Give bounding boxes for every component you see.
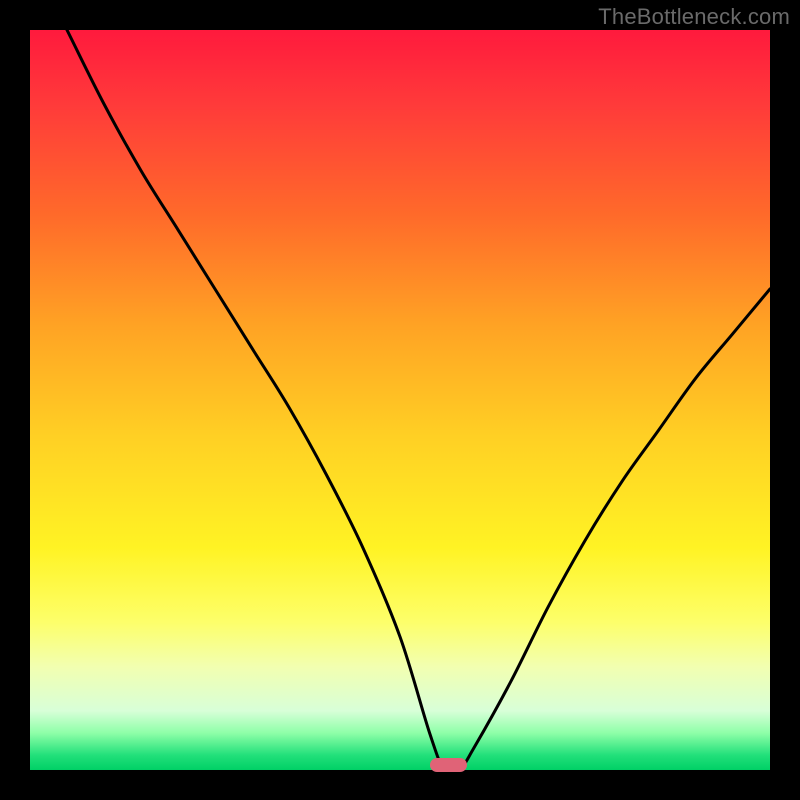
plot-area xyxy=(30,30,770,770)
bottleneck-curve xyxy=(30,30,770,770)
watermark-text: TheBottleneck.com xyxy=(598,4,790,30)
optimal-marker xyxy=(430,758,467,772)
chart-frame: TheBottleneck.com xyxy=(0,0,800,800)
curve-path xyxy=(30,30,770,770)
